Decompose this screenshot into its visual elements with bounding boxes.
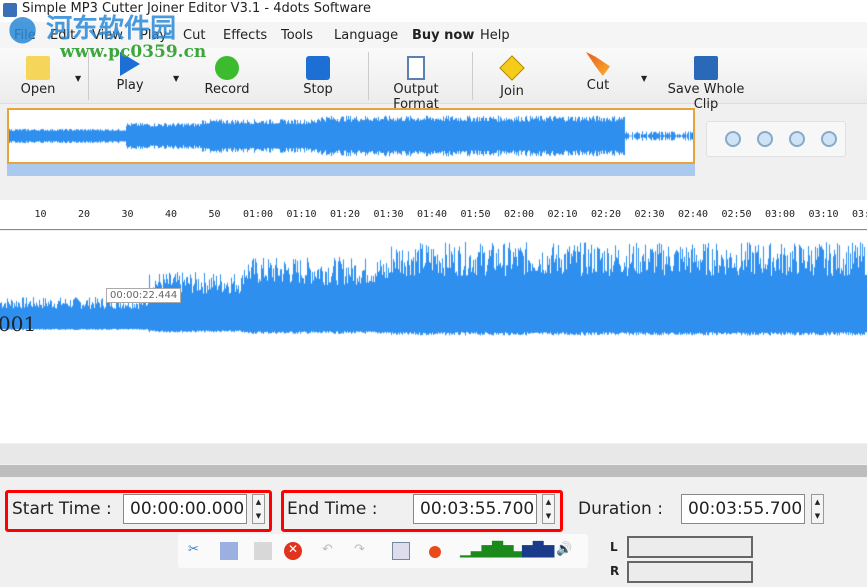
ruler-tick-label: 02:40 <box>677 209 709 220</box>
watermark-url: www.pc0359.cn <box>60 42 207 62</box>
menu-help[interactable]: Help <box>480 28 510 43</box>
menu-tools[interactable]: Tools <box>281 28 313 43</box>
play-label: Play <box>116 78 144 93</box>
right-channel-label: R <box>610 564 620 578</box>
ruler-tick-label: 30 <box>121 209 134 220</box>
join-icon <box>499 55 525 81</box>
overview-waveform-canvas <box>9 110 693 162</box>
zoom-in-icon[interactable] <box>725 131 741 147</box>
duration-spinner[interactable]: ▲ ▼ <box>811 494 824 524</box>
menu-cut[interactable]: Cut <box>183 28 205 43</box>
ruler-tick-label: 02:10 <box>547 209 578 220</box>
cut-label: Cut <box>586 78 610 93</box>
redo-icon[interactable]: ↷ <box>354 542 372 560</box>
folder-icon <box>26 56 50 80</box>
overview-waveform[interactable] <box>7 108 695 164</box>
ruler-tick-label: 50 <box>208 209 221 220</box>
output-format-button[interactable]: Output Format <box>370 56 462 112</box>
record-icon <box>215 56 239 80</box>
ruler-tick-label: 01:40 <box>416 209 448 220</box>
edit-toolbar: ✂ ✕ ↶ ↷ ▁▃▆█ █▆▃▁ ▆█▆ 🔊 <box>178 534 588 568</box>
stop-label: Stop <box>303 82 333 97</box>
record-label: Record <box>204 82 250 97</box>
delete-icon[interactable]: ✕ <box>284 542 302 560</box>
zoom-fit-icon[interactable] <box>789 131 805 147</box>
fade-out-icon[interactable]: █▆▃▁ <box>492 542 535 560</box>
waveform-canvas <box>0 231 867 443</box>
menu-language[interactable]: Language <box>334 28 398 43</box>
undo-icon[interactable]: ↶ <box>322 542 340 560</box>
left-level-meter <box>627 536 753 558</box>
ruler-tick-label: 02:00 <box>503 209 535 220</box>
ruler-tick-label: 40 <box>164 209 178 220</box>
volume-icon[interactable]: 🔊 <box>556 542 574 560</box>
end-time-spinner[interactable]: ▲ ▼ <box>542 494 555 524</box>
duration-label: Duration : <box>578 499 663 519</box>
normalize-icon[interactable]: ▆█▆ <box>522 542 554 560</box>
scissors-icon[interactable]: ✂ <box>188 542 206 560</box>
ruler-tick-label: 01:50 <box>460 209 491 220</box>
right-level-meter <box>627 561 753 583</box>
save-whole-clip-button[interactable]: Save Whole Clip <box>656 56 756 112</box>
start-time-spinner[interactable]: ▲ ▼ <box>252 494 265 524</box>
cut-button[interactable]: Cut <box>580 52 616 93</box>
ruler-tick-label: 02:20 <box>590 209 622 220</box>
cut-dropdown-arrow[interactable]: ▼ <box>641 74 647 83</box>
start-time-label: Start Time : <box>12 499 112 519</box>
end-time-label: End Time : <box>287 499 378 519</box>
edit-notes-icon[interactable] <box>392 542 410 560</box>
play-dropdown-arrow[interactable]: ▼ <box>173 74 179 83</box>
ruler-tick-label: 03:20 <box>851 209 867 220</box>
open-dropdown-arrow[interactable]: ▼ <box>75 74 81 83</box>
zoom-toolbar <box>706 121 846 157</box>
open-label: Open <box>20 82 56 97</box>
separator <box>368 52 369 100</box>
separator <box>472 52 473 100</box>
stop-button[interactable]: Stop <box>298 56 338 97</box>
channel-label: 001 <box>0 312 37 336</box>
horizontal-scroll-area <box>0 444 867 464</box>
start-time-input[interactable]: 00:00:00.000 <box>123 494 247 524</box>
menu-buy-now[interactable]: Buy now <box>412 28 474 43</box>
watermark-logo: ⬤ 河东软件园 <box>8 14 177 44</box>
join-button[interactable]: Join <box>492 55 532 99</box>
ruler-tick-label: 01:10 <box>286 209 317 220</box>
checklist-icon <box>407 56 425 80</box>
waveform-view[interactable] <box>0 231 867 443</box>
zoom-out-icon[interactable] <box>757 131 773 147</box>
copy-icon[interactable] <box>220 542 238 560</box>
end-time-input[interactable]: 00:03:55.700 <box>413 494 537 524</box>
left-channel-label: L <box>610 540 618 554</box>
open-button[interactable]: Open <box>18 56 58 97</box>
stop-icon <box>306 56 330 80</box>
ruler-tick-label: 01:00 <box>242 209 274 220</box>
ruler-tick-label: 02:30 <box>634 209 665 220</box>
fade-in-icon[interactable]: ▁▃▆█ <box>460 542 503 560</box>
menu-effects[interactable]: Effects <box>223 28 267 43</box>
position-tooltip: 00:00:22.444 <box>106 288 182 303</box>
ruler-tick-label: 10 <box>34 209 47 220</box>
floppy-save-icon <box>694 56 718 80</box>
overview-selection[interactable] <box>7 164 695 176</box>
ruler-tick-label: 03:10 <box>808 209 839 220</box>
ruler-tick-label: 01:30 <box>373 209 404 220</box>
paste-icon[interactable] <box>254 542 272 560</box>
cut-icon <box>586 52 610 76</box>
ruler-tick-label: 01:20 <box>329 209 361 220</box>
record-dot-icon[interactable] <box>429 546 441 558</box>
time-ruler[interactable]: 10 20 30 40 50 01:00 01:10 01:20 01:30 01:40 01:50… <box>0 200 867 230</box>
ruler-tick-label: 02:50 <box>721 209 752 220</box>
join-label: Join <box>500 84 524 99</box>
duration-input[interactable]: 00:03:55.700 <box>681 494 805 524</box>
horizontal-scrollbar[interactable] <box>0 465 867 477</box>
zoom-selection-icon[interactable] <box>821 131 837 147</box>
record-button[interactable]: Record <box>203 56 251 97</box>
ruler-tick-label: 03:00 <box>764 209 796 220</box>
ruler-tick-label: 20 <box>77 209 91 220</box>
